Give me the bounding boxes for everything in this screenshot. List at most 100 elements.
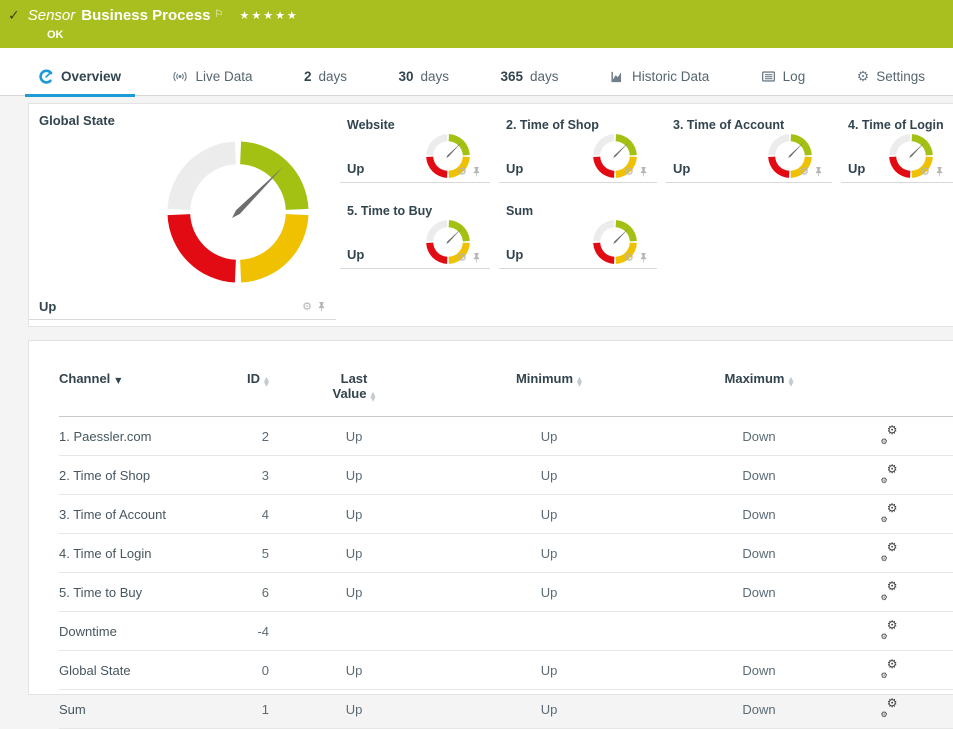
minimum-cell: Up [439, 534, 659, 573]
gauge-icon [39, 69, 54, 84]
column-header-minimum[interactable]: Minimum▲▼ [439, 359, 659, 417]
tab-log[interactable]: Log [747, 59, 820, 97]
tab-label: Historic Data [632, 69, 709, 84]
table-row: Global State0UpUpDown⚙⚙ [59, 651, 953, 690]
id-cell: 3 [209, 456, 269, 495]
id-cell: 4 [209, 495, 269, 534]
panel-icons: ⚙ [624, 251, 648, 264]
column-label: ID [247, 371, 260, 386]
gauge-needle [232, 167, 283, 218]
channel-settings-icon[interactable]: ⚙⚙ [881, 661, 898, 677]
maximum-cell: Down [659, 690, 859, 729]
gauge-needle [446, 142, 462, 158]
status-value: Up [506, 247, 523, 262]
column-header-last-value[interactable]: LastValue▲▼ [269, 359, 439, 417]
tab-overview[interactable]: Overview [25, 59, 135, 97]
status-value: Up [506, 161, 523, 176]
channel-name[interactable]: 3. Time of Account [59, 507, 166, 522]
column-header-id[interactable]: ID▲▼ [209, 359, 269, 417]
tab-label: Overview [61, 69, 121, 84]
gear-icon[interactable]: ⚙ [920, 165, 930, 178]
settings-icon: ⚙ [857, 69, 870, 85]
tab-historic-data[interactable]: Historic Data [596, 59, 723, 97]
channel-name[interactable]: Global State [59, 663, 131, 678]
column-header-maximum[interactable]: Maximum▲▼ [659, 359, 859, 417]
channel-settings-icon[interactable]: ⚙⚙ [881, 505, 898, 521]
tab-settings[interactable]: ⚙Settings [843, 59, 939, 97]
gauges-card: Global State Up ⚙ WebsiteUp⚙2. Time of S… [28, 103, 953, 327]
gear-icon[interactable]: ⚙ [624, 251, 634, 264]
channel-settings-icon[interactable]: ⚙⚙ [881, 427, 898, 443]
channel-cell: 5. Time to Buy [59, 573, 209, 612]
pin-icon[interactable] [472, 166, 481, 177]
channel-name[interactable]: Sum [59, 702, 86, 717]
pin-icon[interactable] [935, 166, 944, 177]
object-type-label: Sensor [28, 6, 76, 26]
log-icon [761, 70, 776, 83]
tab-live-data[interactable]: Live Data [158, 59, 266, 97]
tab-label: Log [783, 69, 806, 84]
panel-icons: ⚙ [457, 251, 481, 264]
pin-icon[interactable] [814, 166, 823, 177]
tab-365-days[interactable]: 365days [486, 59, 572, 97]
gear-icon[interactable]: ⚙ [457, 251, 467, 264]
channel-settings-icon[interactable]: ⚙⚙ [881, 622, 898, 638]
channel-table: Channel▼ID▲▼LastValue▲▼Minimum▲▼Maximum▲… [59, 359, 953, 729]
minimum-cell: Up [439, 690, 659, 729]
pin-icon[interactable] [639, 166, 648, 177]
channel-settings-icon[interactable]: ⚙⚙ [881, 544, 898, 560]
gear-icon[interactable]: ⚙ [624, 165, 634, 178]
table-head: Channel▼ID▲▼LastValue▲▼Minimum▲▼Maximum▲… [59, 359, 953, 417]
gauge-needle [613, 142, 629, 158]
sort-desc-icon: ▼ [115, 376, 121, 385]
mini-gauge-grid: WebsiteUp⚙2. Time of ShopUp⚙3. Time of A… [340, 104, 953, 320]
channel-name[interactable]: 2. Time of Shop [59, 468, 150, 483]
minimum-cell: Up [439, 456, 659, 495]
sensor-status-badge: OK [47, 29, 943, 41]
tab-30-days[interactable]: 30days [384, 59, 463, 97]
sort-icon: ▲▼ [370, 392, 375, 402]
tab-2-days[interactable]: 2days [290, 59, 361, 97]
panel-icons: ⚙ [799, 165, 823, 178]
channel-settings-icon[interactable]: ⚙⚙ [881, 700, 898, 716]
table-row: 5. Time to Buy6UpUpDown⚙⚙ [59, 573, 953, 612]
maximum-cell: Down [659, 534, 859, 573]
channel-cell: Sum [59, 690, 209, 729]
gear-icon[interactable]: ⚙ [457, 165, 467, 178]
id-cell: 6 [209, 573, 269, 612]
channel-cell: 1. Paessler.com [59, 417, 209, 456]
last-value-cell: Up [269, 456, 439, 495]
channel-name[interactable]: 4. Time of Login [59, 546, 152, 561]
id-cell: 1 [209, 690, 269, 729]
channel-name[interactable]: 5. Time to Buy [59, 585, 142, 600]
minimum-cell: Up [439, 495, 659, 534]
gear-icon[interactable]: ⚙ [302, 300, 312, 313]
channel-name[interactable]: 1. Paessler.com [59, 429, 152, 444]
column-label: LastValue [333, 371, 368, 401]
gauge-needle [446, 228, 462, 244]
gear-icon[interactable]: ⚙ [799, 165, 809, 178]
channel-cell: Downtime [59, 612, 209, 651]
flag-icon[interactable]: ⚐ [215, 5, 224, 25]
tab-label: days [420, 69, 449, 84]
pin-icon[interactable] [639, 252, 648, 263]
live-data-icon [172, 70, 188, 83]
priority-stars[interactable]: ★★★★★ [239, 6, 298, 26]
gauge-needle [909, 142, 925, 158]
channel-settings-icon[interactable]: ⚙⚙ [881, 466, 898, 482]
pin-icon[interactable] [472, 252, 481, 263]
pin-icon[interactable] [317, 301, 326, 312]
column-header-channel[interactable]: Channel▼ [59, 359, 209, 417]
actions-cell: ⚙⚙ [859, 495, 919, 534]
gauge-panel-5: 5. Time to BuyUp⚙ [340, 197, 490, 269]
last-value-cell: Up [269, 534, 439, 573]
channel-settings-icon[interactable]: ⚙⚙ [881, 583, 898, 599]
actions-cell: ⚙⚙ [859, 612, 919, 651]
gauge-panel-global: Global State Up ⚙ [29, 104, 336, 320]
panel-icons: ⚙ [457, 165, 481, 178]
id-cell: -4 [209, 612, 269, 651]
last-value-cell: Up [269, 417, 439, 456]
minimum-cell [439, 612, 659, 651]
channel-name[interactable]: Downtime [59, 624, 117, 639]
last-value-cell: Up [269, 651, 439, 690]
